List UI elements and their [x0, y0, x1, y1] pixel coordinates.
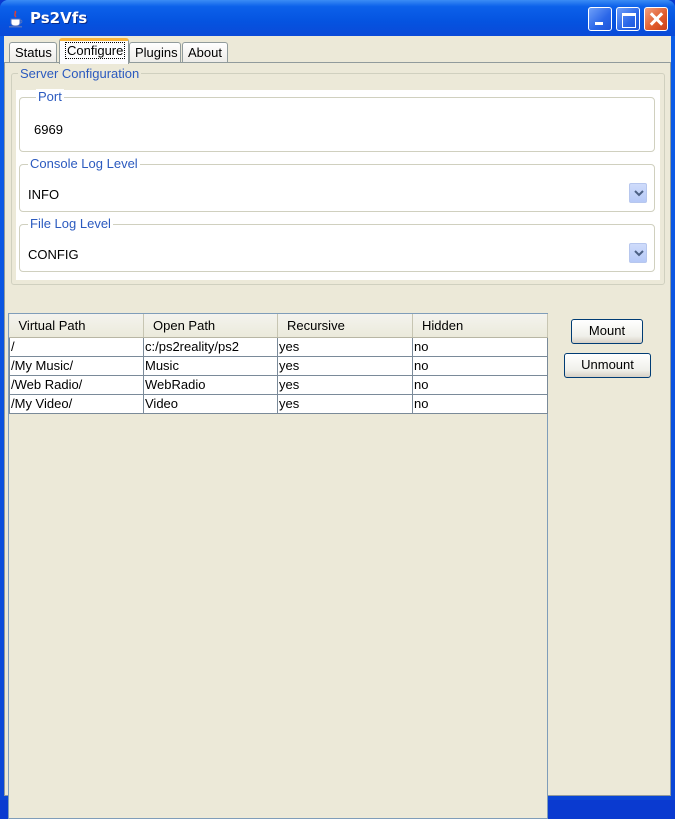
cell-open-path[interactable]: Music — [143, 355, 278, 376]
column-header-recursive[interactable]: Recursive — [277, 314, 413, 338]
close-button[interactable] — [644, 7, 668, 31]
table-row[interactable]: / c:/ps2reality/ps2 yes no — [9, 336, 548, 357]
tab-status-label: Status — [15, 45, 52, 60]
cell-hidden[interactable]: no — [412, 355, 548, 376]
configure-panel: Server Configuration Port 6969 Console L… — [4, 62, 671, 819]
cell-virtual-path[interactable]: /Web Radio/ — [9, 374, 144, 395]
cell-recursive[interactable]: yes — [277, 336, 413, 357]
cell-virtual-path[interactable]: /My Video/ — [9, 393, 144, 414]
tab-plugins[interactable]: Plugins — [129, 42, 181, 63]
cell-hidden[interactable]: no — [412, 336, 548, 357]
cell-virtual-path[interactable]: / — [9, 336, 144, 357]
console-log-level-value: INFO — [28, 187, 60, 202]
file-log-level-value: CONFIG — [28, 247, 79, 262]
file-log-level-label: File Log Level — [28, 216, 113, 231]
server-configuration-group: Server Configuration Port 6969 Console L… — [11, 66, 665, 285]
cell-virtual-path[interactable]: /My Music/ — [9, 355, 144, 376]
mount-button[interactable]: Mount — [571, 319, 643, 344]
chevron-down-icon[interactable] — [629, 183, 647, 203]
cell-recursive[interactable]: yes — [277, 355, 413, 376]
cell-hidden[interactable]: no — [412, 374, 548, 395]
title-bar[interactable]: Ps2Vfs — [0, 0, 675, 36]
tab-configure-label: Configure — [65, 42, 126, 59]
table-header-row: Virtual Path Open Path Recursive Hidden — [9, 314, 548, 338]
column-header-hidden[interactable]: Hidden — [412, 314, 548, 338]
java-cup-icon — [8, 10, 24, 28]
app-window: Ps2Vfs Status Configure Plugins About Se… — [0, 0, 675, 819]
window-client-area: Status Configure Plugins About Server Co… — [4, 36, 671, 819]
cell-recursive[interactable]: yes — [277, 374, 413, 395]
port-input[interactable]: 6969 — [34, 122, 63, 137]
column-header-virtual-path[interactable]: Virtual Path — [9, 314, 144, 338]
server-configuration-body: Port 6969 Console Log Level INFO File Lo… — [16, 89, 660, 280]
cell-open-path[interactable]: c:/ps2reality/ps2 — [143, 336, 278, 357]
table-row[interactable]: /Web Radio/ WebRadio yes no — [9, 374, 548, 395]
tab-configure[interactable]: Configure — [59, 38, 129, 64]
tab-status[interactable]: Status — [9, 42, 57, 63]
maximize-button[interactable] — [616, 7, 640, 31]
server-configuration-title: Server Configuration — [18, 66, 142, 81]
cell-recursive[interactable]: yes — [277, 393, 413, 414]
tab-plugins-label: Plugins — [135, 45, 178, 60]
mount-table-scrollpane[interactable]: Virtual Path Open Path Recursive Hidden … — [8, 313, 548, 819]
cell-hidden[interactable]: no — [412, 393, 548, 414]
mount-table: Virtual Path Open Path Recursive Hidden … — [9, 314, 548, 414]
table-row[interactable]: /My Music/ Music yes no — [9, 355, 548, 376]
cell-open-path[interactable]: WebRadio — [143, 374, 278, 395]
console-log-level-label: Console Log Level — [28, 156, 140, 171]
minimize-button[interactable] — [588, 7, 612, 31]
tab-about-label: About — [188, 45, 222, 60]
console-log-level-select[interactable]: Console Log Level INFO — [19, 156, 655, 212]
cell-open-path[interactable]: Video — [143, 393, 278, 414]
table-row[interactable]: /My Video/ Video yes no — [9, 393, 548, 414]
window-title: Ps2Vfs — [30, 9, 88, 27]
column-header-open-path[interactable]: Open Path — [143, 314, 278, 338]
unmount-button[interactable]: Unmount — [564, 353, 651, 378]
chevron-down-icon[interactable] — [629, 243, 647, 263]
port-label: Port — [36, 89, 64, 104]
port-field[interactable]: Port 6969 — [19, 89, 655, 152]
tab-about[interactable]: About — [182, 42, 228, 63]
file-log-level-select[interactable]: File Log Level CONFIG — [19, 216, 655, 272]
